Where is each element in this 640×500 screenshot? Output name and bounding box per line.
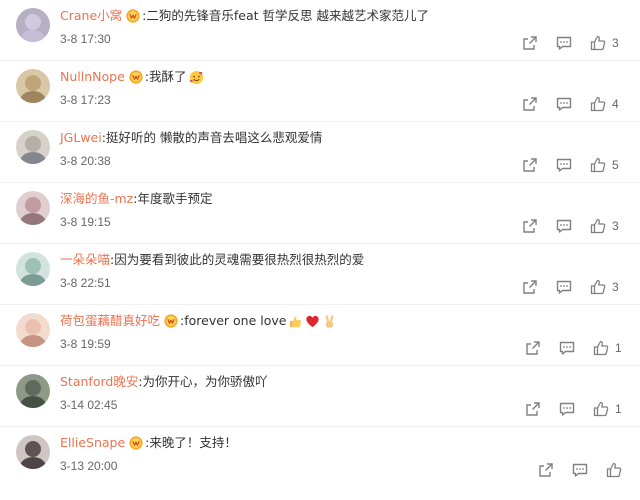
thumbs-up-icon[interactable] bbox=[590, 279, 606, 295]
share-icon[interactable] bbox=[522, 279, 538, 295]
vip-badge-icon bbox=[163, 314, 179, 328]
avatar[interactable] bbox=[16, 252, 50, 286]
comment-actions: 1 bbox=[525, 400, 622, 418]
share-icon[interactable] bbox=[522, 35, 538, 51]
timestamp: 3-8 17:23 bbox=[60, 93, 111, 107]
thumbs-up-icon[interactable] bbox=[593, 401, 609, 417]
vip-badge-icon bbox=[128, 70, 144, 84]
thumbs-up-icon[interactable] bbox=[590, 96, 606, 112]
comment-item: 一朵朵喵 : 因为要看到彼此的灵魂需要很热烈很热烈的爱 3-8 22:51 3 bbox=[0, 244, 640, 305]
comment-text: 来晚了！支持！ bbox=[149, 435, 237, 450]
comment-text: 年度歌手预定 bbox=[137, 191, 213, 206]
comment-item: 荷包蛋藕醋真好吃 : forever one love 3-8 19:59 1 bbox=[0, 305, 640, 366]
smiling-face-with-hearts-emoji bbox=[189, 70, 204, 85]
username[interactable]: 荷包蛋藕醋真好吃 bbox=[60, 313, 160, 329]
thumbs-up-icon[interactable] bbox=[593, 340, 609, 356]
username[interactable]: NullnNope bbox=[60, 69, 125, 85]
comment-actions: 1 bbox=[525, 339, 622, 357]
timestamp: 3-8 20:38 bbox=[60, 154, 111, 168]
timestamp: 3-8 17:30 bbox=[60, 32, 111, 46]
username[interactable]: 一朵朵喵 bbox=[60, 252, 110, 268]
comment-actions: 3 bbox=[522, 278, 619, 296]
like-count: 1 bbox=[615, 402, 622, 416]
username[interactable]: EllieSnape bbox=[60, 435, 125, 451]
comment-actions: 5 bbox=[522, 156, 619, 174]
timestamp: 3-13 20:00 bbox=[60, 459, 118, 473]
avatar[interactable] bbox=[16, 374, 50, 408]
comment-icon[interactable] bbox=[559, 401, 575, 417]
avatar[interactable] bbox=[16, 8, 50, 42]
comment-icon[interactable] bbox=[559, 340, 575, 356]
victory-hand-emoji bbox=[322, 314, 337, 329]
comment-text: 二狗的先锋音乐feat 哲学反思 越来越艺术家范儿了 bbox=[146, 8, 429, 23]
avatar[interactable] bbox=[16, 69, 50, 103]
like-count: 3 bbox=[612, 219, 619, 233]
like-count: 1 bbox=[615, 341, 622, 355]
username[interactable]: 深海的鱼-mz bbox=[60, 191, 133, 207]
vip-badge-icon bbox=[125, 9, 141, 23]
timestamp: 3-8 22:51 bbox=[60, 276, 111, 290]
comment-item: 深海的鱼-mz : 年度歌手预定 3-8 19:15 3 bbox=[0, 183, 640, 244]
thumbs-up-emoji bbox=[288, 314, 303, 329]
username[interactable]: Crane小窝 bbox=[60, 8, 122, 24]
comment-item: Crane小窝 : 二狗的先锋音乐feat 哲学反思 越来越艺术家范儿了 3-8… bbox=[0, 0, 640, 61]
username[interactable]: Stanford晚安 bbox=[60, 374, 138, 390]
share-icon[interactable] bbox=[525, 401, 541, 417]
share-icon[interactable] bbox=[522, 96, 538, 112]
timestamp: 3-8 19:15 bbox=[60, 215, 111, 229]
comment-item: NullnNope : 我酥了 3-8 17:23 4 bbox=[0, 61, 640, 122]
comment-icon[interactable] bbox=[556, 218, 572, 234]
comment-list: Crane小窝 : 二狗的先锋音乐feat 哲学反思 越来越艺术家范儿了 3-8… bbox=[0, 0, 640, 500]
thumbs-up-icon[interactable] bbox=[590, 157, 606, 173]
thumbs-up-icon[interactable] bbox=[590, 35, 606, 51]
comment-text: 为你开心，为你骄傲吖 bbox=[142, 374, 268, 389]
comment-item: JGLwei : 挺好听的 懒散的声音去唱这么悲观爱情 3-8 20:38 5 bbox=[0, 122, 640, 183]
thumbs-up-icon[interactable] bbox=[606, 462, 622, 478]
comment-actions bbox=[538, 461, 622, 479]
comment-text: forever one love bbox=[184, 313, 287, 328]
comment-text: 我酥了 bbox=[148, 69, 187, 84]
comment-icon[interactable] bbox=[572, 462, 588, 478]
comment-actions: 3 bbox=[522, 217, 619, 235]
comment-icon[interactable] bbox=[556, 157, 572, 173]
share-icon[interactable] bbox=[525, 340, 541, 356]
share-icon[interactable] bbox=[522, 157, 538, 173]
comment-text: 因为要看到彼此的灵魂需要很热烈很热烈的爱 bbox=[114, 252, 365, 267]
comment-text: 挺好听的 懒散的声音去唱这么悲观爱情 bbox=[105, 130, 323, 145]
username[interactable]: JGLwei bbox=[60, 130, 102, 146]
like-count: 3 bbox=[612, 36, 619, 50]
share-icon[interactable] bbox=[538, 462, 554, 478]
comment-actions: 3 bbox=[522, 34, 619, 52]
vip-badge-icon bbox=[128, 436, 144, 450]
emoji-group bbox=[187, 69, 204, 85]
comment-icon[interactable] bbox=[556, 96, 572, 112]
comment-item: Stanford晚安 : 为你开心，为你骄傲吖 3-14 02:45 1 bbox=[0, 366, 640, 427]
avatar[interactable] bbox=[16, 435, 50, 469]
avatar[interactable] bbox=[16, 191, 50, 225]
comment-icon[interactable] bbox=[556, 35, 572, 51]
timestamp: 3-8 19:59 bbox=[60, 337, 111, 351]
timestamp: 3-14 02:45 bbox=[60, 398, 118, 412]
avatar[interactable] bbox=[16, 130, 50, 164]
like-count: 4 bbox=[612, 97, 619, 111]
share-icon[interactable] bbox=[522, 218, 538, 234]
thumbs-up-icon[interactable] bbox=[590, 218, 606, 234]
like-count: 3 bbox=[612, 280, 619, 294]
like-count: 5 bbox=[612, 158, 619, 172]
comment-icon[interactable] bbox=[556, 279, 572, 295]
comment-actions: 4 bbox=[522, 95, 619, 113]
emoji-group bbox=[286, 313, 337, 329]
avatar[interactable] bbox=[16, 313, 50, 347]
comment-item: EllieSnape : 来晚了！支持！ 3-13 20:00 bbox=[0, 427, 640, 488]
red-heart-emoji bbox=[305, 314, 320, 329]
